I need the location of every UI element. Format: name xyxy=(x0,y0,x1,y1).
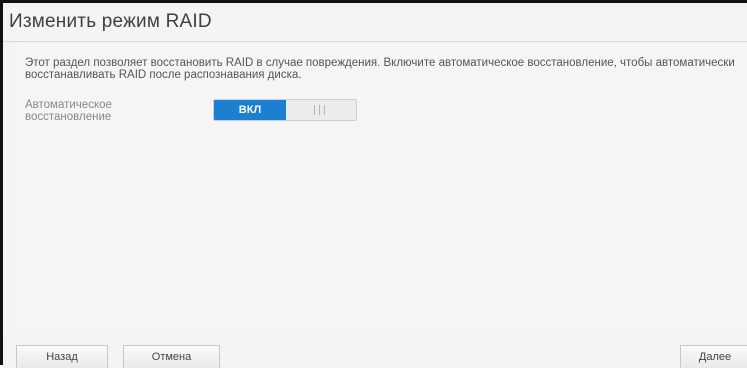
dialog-title: Изменить режим RAID xyxy=(9,11,212,32)
title-divider xyxy=(3,41,747,42)
auto-rebuild-toggle[interactable]: ВКЛ xyxy=(213,99,357,121)
toggle-grip-icon xyxy=(314,105,325,115)
auto-rebuild-label: Автоматическое восстановление xyxy=(25,99,112,123)
raid-dialog: Изменить режим RAID Этот раздел позволяе… xyxy=(0,0,747,368)
description-text: Этот раздел позволяет восстановить RAID … xyxy=(25,57,735,81)
dialog-content: Этот раздел позволяет восстановить RAID … xyxy=(19,43,747,333)
toggle-on-state: ВКЛ xyxy=(214,100,286,120)
dialog-footer: Назад Отмена Далее xyxy=(3,334,747,368)
